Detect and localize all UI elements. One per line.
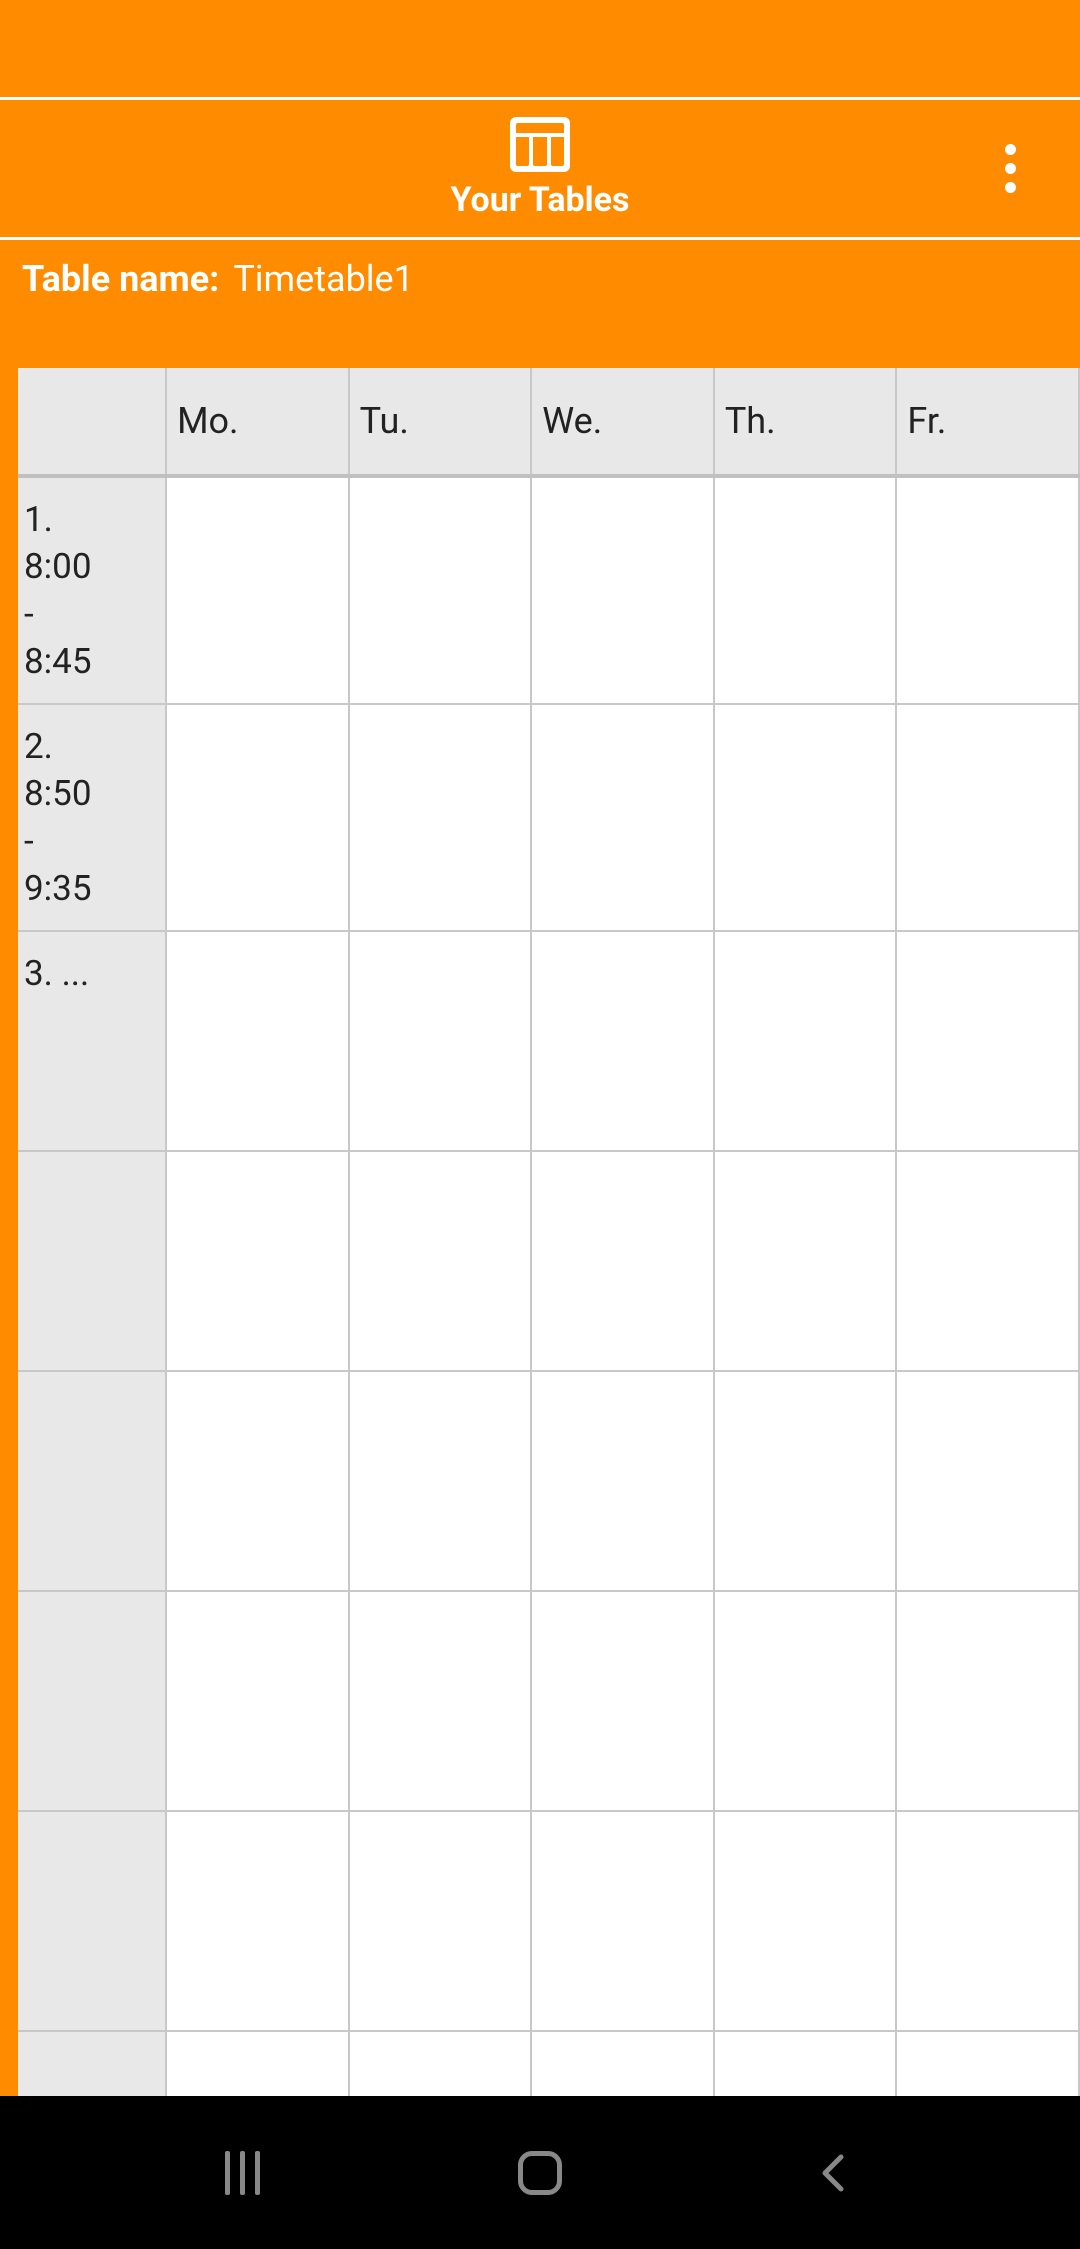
time-slot-label[interactable]: 3. ...: [18, 931, 166, 1151]
timetable-row: [18, 2031, 1079, 2096]
timetable-cell[interactable]: [349, 1371, 532, 1591]
timetable-cell[interactable]: [714, 2031, 897, 2096]
nav-recent-button[interactable]: [225, 2151, 269, 2195]
timetable-cell[interactable]: [896, 1371, 1079, 1591]
timetable-cell[interactable]: [349, 1151, 532, 1371]
timetable-cell[interactable]: [896, 2031, 1079, 2096]
timetable-cell[interactable]: [896, 1811, 1079, 2031]
timetable-cell[interactable]: [531, 704, 714, 931]
nav-home-button[interactable]: [518, 2151, 562, 2195]
timetable-cell[interactable]: [531, 1811, 714, 2031]
timetable-cell[interactable]: [166, 476, 349, 704]
timetable-cell[interactable]: [166, 2031, 349, 2096]
timetable-row: [18, 1811, 1079, 2031]
timetable-cell[interactable]: [714, 1371, 897, 1591]
time-slot-label[interactable]: [18, 1151, 166, 1371]
timetable-cell[interactable]: [531, 1591, 714, 1811]
timetable-cell[interactable]: [896, 1591, 1079, 1811]
timetable-cell[interactable]: [896, 476, 1079, 704]
timetable-cell[interactable]: [531, 2031, 714, 2096]
status-bar: [0, 0, 1080, 100]
timetable-cell[interactable]: [714, 476, 897, 704]
timetable-cell[interactable]: [166, 1811, 349, 2031]
app-bar: Your Tables: [0, 100, 1080, 240]
timetable-cell[interactable]: [349, 476, 532, 704]
timetable-cell[interactable]: [166, 704, 349, 931]
time-slot-label[interactable]: 1. 8:00 - 8:45: [18, 476, 166, 704]
timetable-cell[interactable]: [714, 1811, 897, 2031]
timetable-cell[interactable]: [714, 704, 897, 931]
timetable-cell[interactable]: [531, 1151, 714, 1371]
timetable-container: Mo. Tu. We. Th. Fr. 1. 8:00 - 8:452. 8:5…: [18, 368, 1080, 2096]
time-slot-label[interactable]: [18, 1591, 166, 1811]
timetable-cell[interactable]: [531, 1371, 714, 1591]
timetable-cell[interactable]: [531, 476, 714, 704]
timetable-cell[interactable]: [349, 2031, 532, 2096]
timetable-corner-header: [18, 368, 166, 476]
timetable-cell[interactable]: [896, 1151, 1079, 1371]
page-title: Your Tables: [451, 180, 630, 220]
day-header-th[interactable]: Th.: [714, 368, 897, 476]
table-name-value: Timetable1: [233, 258, 414, 300]
timetable-cell[interactable]: [896, 704, 1079, 931]
timetable: Mo. Tu. We. Th. Fr. 1. 8:00 - 8:452. 8:5…: [18, 368, 1080, 2096]
day-header-mo[interactable]: Mo.: [166, 368, 349, 476]
timetable-cell[interactable]: [166, 1371, 349, 1591]
timetable-row: [18, 1591, 1079, 1811]
timetable-cell[interactable]: [349, 931, 532, 1151]
timetable-cell[interactable]: [349, 1811, 532, 2031]
timetable-cell[interactable]: [166, 1151, 349, 1371]
timetable-cell[interactable]: [349, 1591, 532, 1811]
time-slot-label[interactable]: 2. 8:50 - 9:35: [18, 704, 166, 931]
more-options-button[interactable]: [990, 139, 1030, 199]
day-header-fr[interactable]: Fr.: [896, 368, 1079, 476]
timetable-cell[interactable]: [166, 1591, 349, 1811]
timetable-cell[interactable]: [714, 1151, 897, 1371]
time-slot-label[interactable]: [18, 1811, 166, 2031]
app-logo-icon: [510, 117, 570, 172]
table-name-label: Table name:: [22, 258, 219, 300]
timetable-cell[interactable]: [714, 931, 897, 1151]
timetable-cell[interactable]: [714, 1591, 897, 1811]
time-slot-label[interactable]: [18, 2031, 166, 2096]
timetable-row: 3. ...: [18, 931, 1079, 1151]
table-name-bar: Table name: Timetable1: [0, 240, 1080, 368]
day-header-tu[interactable]: Tu.: [349, 368, 532, 476]
timetable-cell[interactable]: [166, 931, 349, 1151]
timetable-cell[interactable]: [896, 931, 1079, 1151]
day-header-we[interactable]: We.: [531, 368, 714, 476]
timetable-row: [18, 1151, 1079, 1371]
timetable-cell[interactable]: [349, 704, 532, 931]
nav-back-button[interactable]: [811, 2151, 855, 2195]
navigation-bar: [0, 2096, 1080, 2249]
timetable-row: [18, 1371, 1079, 1591]
timetable-cell[interactable]: [531, 931, 714, 1151]
time-slot-label[interactable]: [18, 1371, 166, 1591]
timetable-row: 2. 8:50 - 9:35: [18, 704, 1079, 931]
timetable-row: 1. 8:00 - 8:45: [18, 476, 1079, 704]
